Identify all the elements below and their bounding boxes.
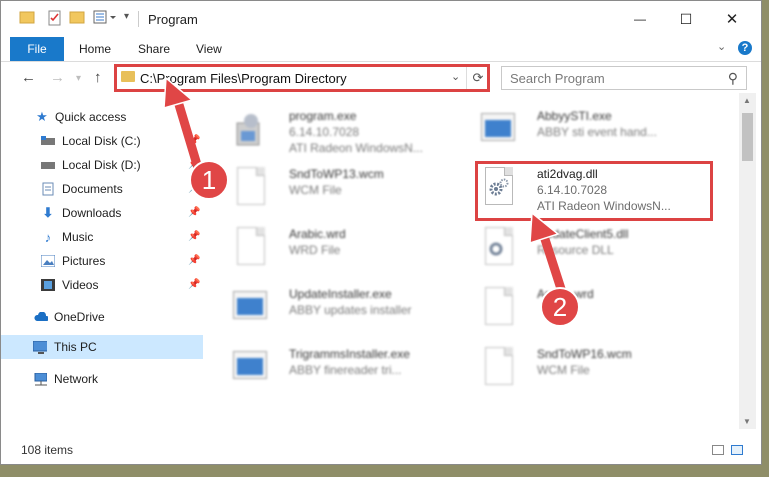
callout-2: 2 [540, 287, 580, 327]
callout-1: 1 [189, 160, 229, 200]
annotation-arrows [163, 76, 568, 300]
